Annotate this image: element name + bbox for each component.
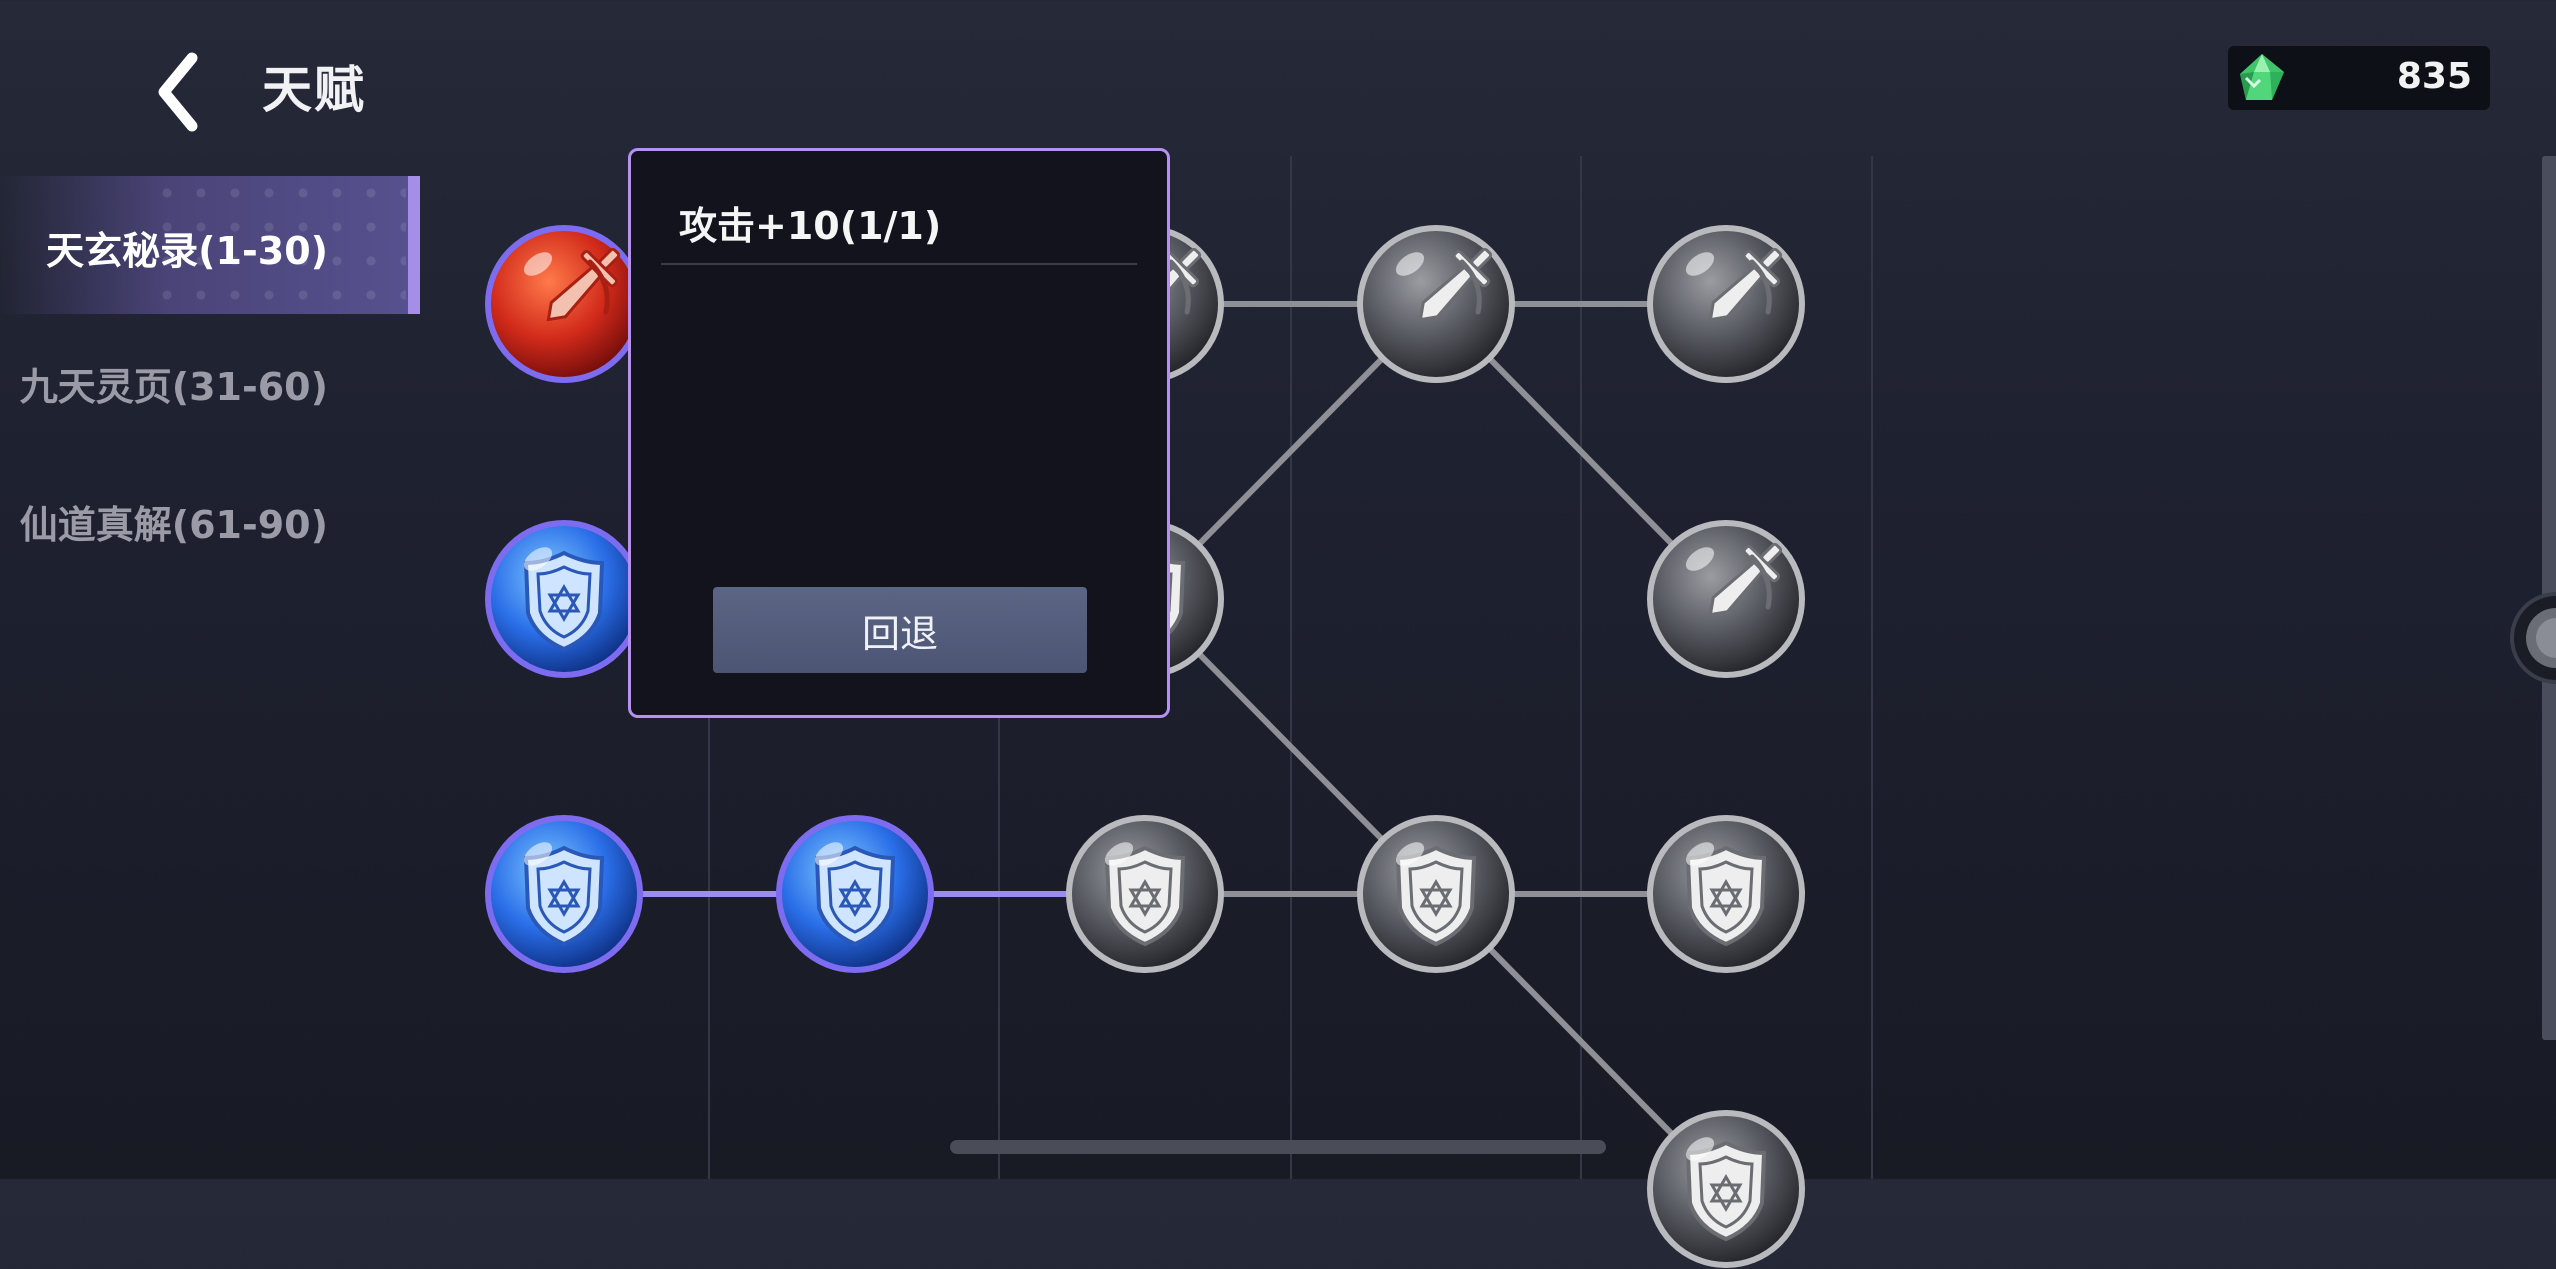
horizontal-scrollbar[interactable]: [950, 1140, 1606, 1154]
shield-star-icon: [1066, 815, 1224, 973]
talent-node-defense[interactable]: [484, 814, 644, 974]
talent-node-defense[interactable]: [1065, 814, 1225, 974]
sword-icon: [1647, 225, 1805, 383]
talent-node-defense[interactable]: [1356, 814, 1516, 974]
talent-node-defense[interactable]: [775, 814, 935, 974]
shield-star-icon: [1647, 1110, 1805, 1268]
shield-star-icon: [485, 815, 643, 973]
shield-star-icon: [776, 815, 934, 973]
sword-icon: [485, 225, 643, 383]
talent-node-attack[interactable]: [1646, 224, 1806, 384]
shield-star-icon: [1357, 815, 1515, 973]
shield-star-icon: [485, 520, 643, 678]
talent-node-attack[interactable]: [1646, 519, 1806, 679]
talent-links: [564, 301, 1729, 1179]
talent-node-attack[interactable]: [484, 224, 644, 384]
talent-node-defense[interactable]: [1646, 814, 1806, 974]
shield-star-icon: [1647, 815, 1805, 973]
talent-detail-popup: 攻击+10(1/1) 回退: [628, 148, 1170, 718]
talent-detail-title: 攻击+10(1/1): [679, 204, 942, 248]
sword-icon: [1647, 520, 1805, 678]
talent-node-defense[interactable]: [484, 519, 644, 679]
popup-divider: [661, 263, 1137, 265]
talent-node-attack[interactable]: [1356, 224, 1516, 384]
side-expand-handle-icon[interactable]: [2508, 590, 2556, 686]
talent-node-defense[interactable]: [1646, 1109, 1806, 1269]
sword-icon: [1357, 225, 1515, 383]
rollback-button[interactable]: 回退: [713, 587, 1087, 673]
